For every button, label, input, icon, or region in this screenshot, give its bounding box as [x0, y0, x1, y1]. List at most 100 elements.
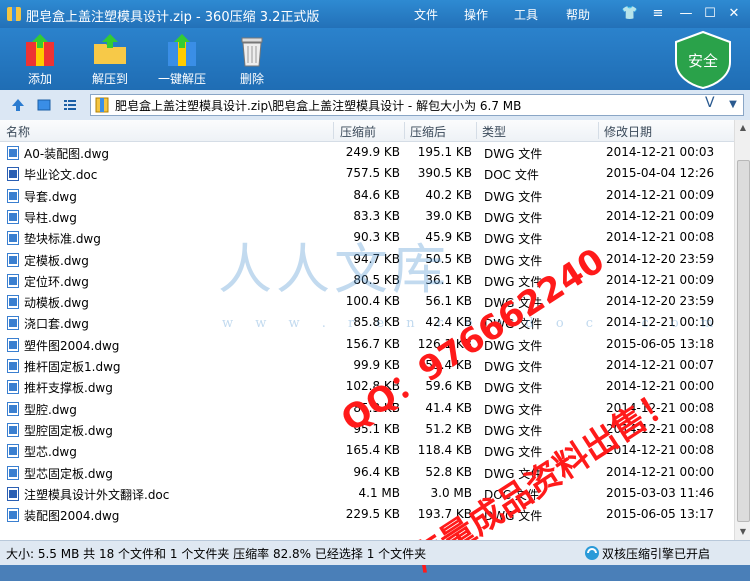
- close-icon[interactable]: ✕: [724, 4, 744, 24]
- file-size-after: 52.8 KB: [425, 464, 472, 479]
- address-dropdown-icon[interactable]: ▼: [725, 95, 741, 115]
- file-size-before: 757.5 KB: [345, 166, 400, 181]
- maximize-icon[interactable]: ☐: [700, 4, 720, 24]
- add-button[interactable]: 添加: [10, 28, 70, 90]
- file-name: 毕业论文.doc: [24, 168, 98, 183]
- file-type: DWG 文件: [484, 189, 543, 204]
- one-click-extract-icon: [168, 34, 196, 66]
- file-type: DWG 文件: [484, 423, 543, 438]
- file-name: 推杆支撑板.dwg: [24, 381, 113, 396]
- address-v-marker[interactable]: V: [705, 95, 715, 111]
- file-type: DWG 文件: [484, 253, 543, 268]
- title-bar: 肥皂盒上盖注塑模具设计.zip - 360压缩 3.2正式版 文件 操作 工具 …: [0, 0, 750, 28]
- file-size-before: 165.4 KB: [345, 443, 400, 458]
- menu-file[interactable]: 文件: [414, 6, 438, 23]
- list-view-icon[interactable]: [62, 97, 78, 113]
- file-type: DWG 文件: [484, 360, 543, 374]
- file-size-after: 40.2 KB: [425, 187, 472, 202]
- file-name: 动模板.dwg: [24, 296, 89, 311]
- scroll-up-icon[interactable]: ▲: [735, 120, 750, 136]
- dwg-file-icon: [7, 273, 19, 288]
- file-modified: 2015-03-03 11:46: [606, 485, 715, 500]
- menu-tools[interactable]: 工具: [514, 6, 538, 23]
- watermark-logo: 人人文库: [218, 238, 450, 301]
- file-modified: 2014-12-20 23:59: [606, 251, 715, 266]
- zip-file-icon: [95, 97, 109, 113]
- column-modified-date[interactable]: 修改日期: [604, 123, 652, 140]
- file-row[interactable]: 型芯固定板.dwg 96.4 KB 52.8 KB DWG 文件 2014-12-21 …: [0, 462, 734, 483]
- scroll-down-icon[interactable]: ▼: [735, 524, 750, 540]
- file-name: 导柱.dwg: [24, 210, 77, 225]
- column-name[interactable]: 名称: [6, 123, 30, 140]
- file-row[interactable]: 塑件图2004.dwg 156.7 KB 126.1 KB DWG 文件 2015-06…: [0, 334, 734, 355]
- file-modified: 2014-12-21 00:08: [606, 230, 715, 245]
- dwg-file-icon: [7, 231, 19, 246]
- scroll-thumb[interactable]: [737, 160, 750, 522]
- delete-button[interactable]: 删除: [222, 28, 282, 90]
- menu-operation[interactable]: 操作: [464, 6, 488, 23]
- dwg-file-icon: [7, 316, 19, 331]
- column-compressed-after[interactable]: 压缩后: [410, 123, 446, 140]
- file-name: 垫块标准.dwg: [24, 232, 101, 247]
- dwg-file-icon: [7, 380, 19, 395]
- file-size-after: 41.4 KB: [425, 400, 472, 415]
- engine-status: 双核压缩引擎已开启: [602, 547, 711, 561]
- file-size-before: 249.9 KB: [345, 145, 400, 159]
- column-compressed-before[interactable]: 压缩前: [340, 123, 376, 140]
- file-size-before: 84.6 KB: [353, 187, 400, 202]
- file-row[interactable]: 推杆固定板1.dwg 99.9 KB 55.4 KB DWG 文件 2014-12-21…: [0, 355, 734, 376]
- file-size-after: 39.0 KB: [425, 208, 472, 223]
- column-type[interactable]: 类型: [482, 123, 506, 140]
- dwg-file-icon: [7, 444, 19, 459]
- file-type: DOC 文件: [484, 168, 539, 183]
- dwg-file-icon: [7, 209, 19, 224]
- file-row[interactable]: 注塑模具设计外文翻译.doc 4.1 MB 3.0 MB DOC 文件 2015-03-…: [0, 483, 734, 504]
- up-level-icon[interactable]: [10, 97, 26, 113]
- file-modified: 2014-12-21 00:07: [606, 358, 715, 372]
- thumbnail-view-icon[interactable]: [36, 97, 52, 113]
- minimize-icon[interactable]: —: [676, 4, 696, 24]
- extract-folder-icon: [94, 34, 126, 64]
- skin-shirt-icon[interactable]: 👕: [620, 4, 640, 24]
- dwg-file-icon: [7, 188, 19, 203]
- status-summary: 大小: 5.5 MB 共 18 个文件和 1 个文件夹 压缩率 82.8% 已经…: [6, 547, 427, 561]
- file-modified: 2015-06-05 13:18: [606, 336, 715, 351]
- file-modified: 2014-12-21 00:03: [606, 145, 715, 159]
- dwg-file-icon: [7, 252, 19, 267]
- safe-label: 安全: [688, 52, 718, 70]
- file-row[interactable]: 导柱.dwg 83.3 KB 39.0 KB DWG 文件 2014-12-21 00:…: [0, 206, 734, 227]
- menu-list-icon[interactable]: ≡: [648, 4, 668, 24]
- add-archive-icon: [26, 34, 54, 66]
- file-name: 型腔固定板.dwg: [24, 423, 113, 438]
- file-size-before: 229.5 KB: [345, 507, 400, 522]
- list-header: 名称 压缩前 压缩后 类型 修改日期: [0, 120, 734, 142]
- dwg-file-icon: [7, 146, 19, 160]
- file-size-after: 51.2 KB: [425, 421, 472, 436]
- menu-help[interactable]: 帮助: [566, 6, 590, 23]
- dwg-file-icon: [7, 359, 19, 373]
- extract-to-button[interactable]: 解压到: [80, 28, 140, 90]
- file-size-before: 96.4 KB: [353, 464, 400, 479]
- file-name: 推杆固定板1.dwg: [24, 360, 121, 374]
- one-click-extract-button[interactable]: 一键解压: [150, 28, 214, 90]
- file-name: 型腔.dwg: [24, 402, 77, 417]
- address-field[interactable]: 肥皂盒上盖注塑模具设计.zip\肥皂盒上盖注塑模具设计 - 解包大小为 6.7 …: [90, 94, 744, 116]
- file-name: 型芯.dwg: [24, 445, 77, 460]
- file-modified: 2014-12-21 00:00: [606, 464, 715, 479]
- security-shield-icon[interactable]: 安全: [672, 30, 734, 90]
- file-name: 塑件图2004.dwg: [24, 338, 120, 353]
- doc-file-icon: [7, 486, 19, 501]
- 360zip-app-icon: [7, 7, 21, 21]
- file-row[interactable]: 装配图2004.dwg 229.5 KB 193.7 KB DWG 文件 2015-06…: [0, 504, 734, 525]
- file-name: 型芯固定板.dwg: [24, 466, 113, 481]
- file-row[interactable]: 导套.dwg 84.6 KB 40.2 KB DWG 文件 2014-12-21 00:…: [0, 185, 734, 206]
- file-row[interactable]: A0-装配图.dwg 249.9 KB 195.1 KB DWG 文件 2014-12-…: [0, 142, 734, 163]
- vertical-scrollbar[interactable]: ▲ ▼: [734, 120, 750, 540]
- file-type: DWG 文件: [484, 381, 543, 396]
- file-row[interactable]: 毕业论文.doc 757.5 KB 390.5 KB DOC 文件 2015-04-04…: [0, 163, 734, 184]
- dwg-file-icon: [7, 422, 19, 437]
- file-modified: 2014-12-21 00:09: [606, 208, 715, 223]
- file-name: 装配图2004.dwg: [24, 509, 120, 524]
- dwg-file-icon: [7, 295, 19, 310]
- toolbar: 添加 解压到 一键解压 删除 安全: [0, 28, 750, 90]
